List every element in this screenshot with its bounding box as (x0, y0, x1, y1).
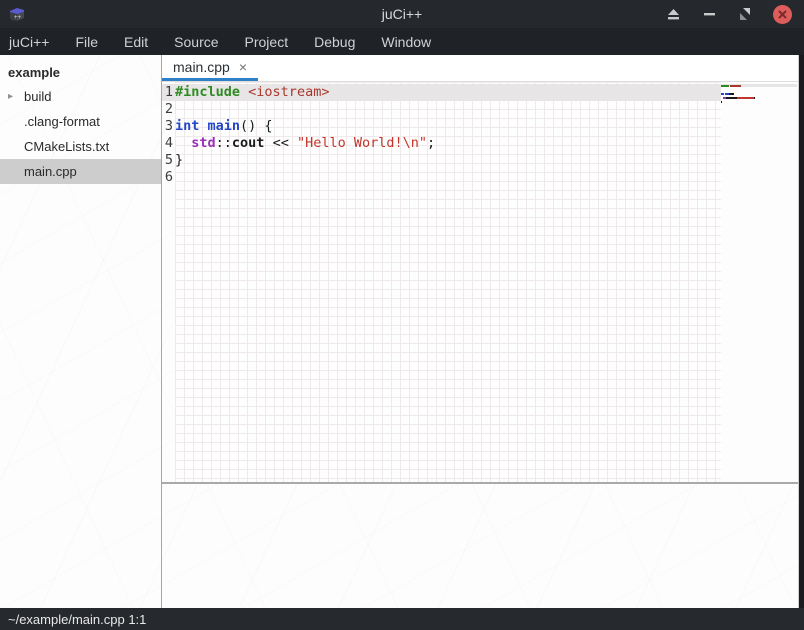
main-pane: main.cpp × 123456 #include <iostream>int… (162, 55, 804, 608)
minimap-line (721, 84, 797, 87)
minimap-line (721, 92, 797, 95)
tree-item-cmakelists-txt[interactable]: CMakeLists.txt (0, 134, 161, 159)
source-minimap[interactable] (721, 82, 797, 482)
code-text-area[interactable]: #include <iostream>int main() { std::cou… (175, 82, 721, 482)
jucipp-window: ++ juCi++ (0, 0, 804, 630)
code-line (175, 101, 721, 118)
line-number: 1 (162, 84, 175, 101)
restore-icon (739, 8, 751, 20)
menu-item-edit[interactable]: Edit (111, 30, 161, 54)
tree-item-build[interactable]: ▸build (0, 84, 161, 109)
close-icon (778, 10, 787, 19)
tree-item-label: main.cpp (8, 164, 77, 179)
menu-item-debug[interactable]: Debug (301, 30, 368, 54)
menu-item-file[interactable]: File (62, 30, 111, 54)
code-editor: 123456 #include <iostream>int main() { s… (162, 82, 804, 482)
tree-item-label: build (24, 89, 51, 104)
minimap-line (721, 100, 797, 103)
status-file-position: ~/example/main.cpp 1:1 (8, 612, 146, 627)
code-line: #include <iostream> (175, 84, 721, 101)
tree-root-example[interactable]: example (0, 60, 161, 84)
expander-arrow-icon[interactable]: ▸ (8, 91, 24, 102)
tab-bar: main.cpp × (162, 55, 804, 82)
minus-icon (704, 13, 715, 16)
minimap-line (721, 88, 797, 91)
code-line: int main() { (175, 118, 721, 135)
code-line: std::cout << "Hello World!\n"; (175, 135, 721, 152)
window-controls (665, 5, 804, 24)
line-number: 6 (162, 169, 175, 186)
shade-button[interactable] (665, 6, 681, 22)
line-number: 5 (162, 152, 175, 169)
right-window-edge (798, 55, 804, 608)
menu-item-window[interactable]: Window (368, 30, 444, 54)
terminal-panel[interactable] (162, 484, 804, 608)
tree-item-label: CMakeLists.txt (8, 139, 109, 154)
tab-main-cpp[interactable]: main.cpp × (162, 55, 258, 81)
line-number: 4 (162, 135, 175, 152)
minimap-line (721, 96, 797, 99)
tree-item-main-cpp[interactable]: main.cpp (0, 159, 161, 184)
line-number-gutter: 123456 (162, 82, 175, 482)
svg-text:++: ++ (14, 14, 22, 21)
code-line (175, 169, 721, 186)
line-number: 3 (162, 118, 175, 135)
eject-icon (667, 9, 680, 20)
tab-close-icon[interactable]: × (239, 60, 247, 74)
tree-item-label: .clang-format (8, 114, 100, 129)
status-bar: ~/example/main.cpp 1:1 (0, 608, 804, 630)
app-icon: ++ (8, 5, 26, 23)
restore-button[interactable] (737, 6, 753, 22)
file-tree-sidebar: example ▸build .clang-format CMakeLists.tx… (0, 55, 162, 608)
menu-item-project[interactable]: Project (232, 30, 302, 54)
close-button[interactable] (773, 5, 792, 24)
minimize-button[interactable] (701, 6, 717, 22)
menu-bar: juCi++FileEditSourceProjectDebugWindow (0, 28, 804, 55)
code-line: } (175, 152, 721, 169)
tab-label: main.cpp (173, 59, 230, 75)
tree-item--clang-format[interactable]: .clang-format (0, 109, 161, 134)
menu-item-juci-[interactable]: juCi++ (0, 30, 62, 54)
title-bar: ++ juCi++ (0, 0, 804, 28)
content-area: example ▸build .clang-format CMakeLists.tx… (0, 55, 804, 608)
line-number: 2 (162, 101, 175, 118)
minimap-line (721, 104, 797, 107)
menu-item-source[interactable]: Source (161, 30, 231, 54)
